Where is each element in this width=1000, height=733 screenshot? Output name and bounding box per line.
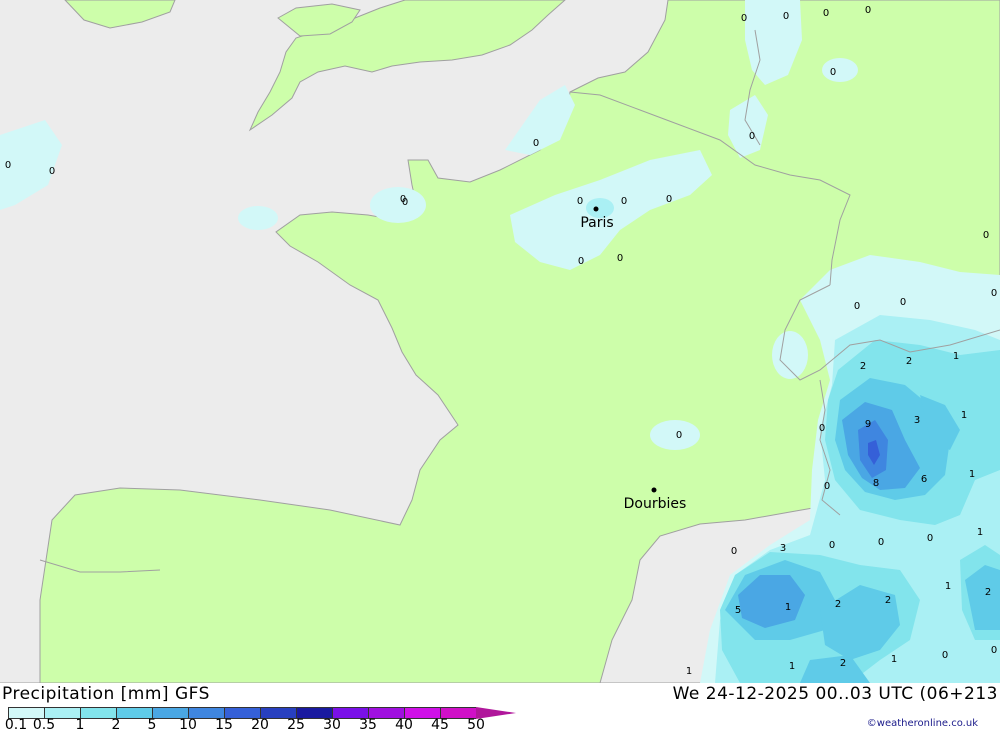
legend-tick: 35 <box>359 717 377 733</box>
grid-value: 0 <box>830 67 836 78</box>
city-marker-icon <box>651 487 657 493</box>
grid-value: 0 <box>900 297 906 308</box>
legend-tick: 20 <box>251 717 269 733</box>
grid-value: 5 <box>735 605 741 616</box>
legend-title: Precipitation [mm] GFS <box>2 684 210 704</box>
grid-value: 0 <box>741 13 747 24</box>
legend-tick: 50 <box>467 717 485 733</box>
legend-datetime: We 24-12-2025 00..03 UTC (06+213 <box>672 684 998 704</box>
grid-value: 0 <box>731 546 737 557</box>
grid-value: 8 <box>873 478 879 489</box>
grid-value: 0 <box>991 288 997 299</box>
grid-value: 1 <box>789 661 795 672</box>
grid-value: 3 <box>914 415 920 426</box>
grid-value: 1 <box>891 654 897 665</box>
grid-value: 0 <box>865 5 871 16</box>
legend-tick: 30 <box>323 717 341 733</box>
grid-value: 0 <box>749 131 755 142</box>
legend-tick: 40 <box>395 717 413 733</box>
grid-value: 1 <box>961 410 967 421</box>
grid-value: 0 <box>991 645 997 656</box>
city-label: Paris <box>580 215 613 231</box>
grid-value: 0 <box>533 138 539 149</box>
grid-value: 2 <box>835 599 841 610</box>
grid-value: 0 <box>49 166 55 177</box>
legend-tick: 15 <box>215 717 233 733</box>
grid-value: 2 <box>840 658 846 669</box>
grid-value: 1 <box>953 351 959 362</box>
grid-value: 9 <box>865 419 871 430</box>
legend-tick: 25 <box>287 717 305 733</box>
grid-value: 1 <box>785 602 791 613</box>
grid-value: 0 <box>854 301 860 312</box>
grid-value: 0 <box>878 537 884 548</box>
legend-tick-labels: 0.1 0.5 1 2 5 10 15 20 25 30 35 40 45 50 <box>0 717 560 733</box>
city-label: Dourbies <box>624 496 687 512</box>
legend-tick: 0.1 <box>4 717 28 733</box>
grid-value: 0 <box>402 197 408 208</box>
precipitation-map[interactable]: 0 0 0 0 0 0 0 0 0 0 0 0 0 0 0 0 0 0 0 0 … <box>0 0 1000 683</box>
grid-value: 0 <box>983 230 989 241</box>
grid-value: 2 <box>985 587 991 598</box>
grid-value: 2 <box>860 361 866 372</box>
grid-value: 6 <box>921 474 927 485</box>
grid-value: 2 <box>906 356 912 367</box>
grid-value: 0 <box>5 160 11 171</box>
grid-value: 0 <box>927 533 933 544</box>
grid-value: 0 <box>621 196 627 207</box>
credit-link[interactable]: ©weatheronline.co.uk <box>867 718 978 729</box>
grid-value: 0 <box>823 8 829 19</box>
grid-value: 1 <box>977 527 983 538</box>
legend-bar: Precipitation [mm] GFS We 24-12-2025 00.… <box>0 683 1000 733</box>
grid-value: 1 <box>969 469 975 480</box>
city-marker-icon <box>593 206 599 212</box>
grid-value: 0 <box>676 430 682 441</box>
grid-value: 0 <box>942 650 948 661</box>
legend-tick: 5 <box>147 717 157 733</box>
grid-value: 1 <box>945 581 951 592</box>
legend-tick: 0.5 <box>32 717 56 733</box>
grid-value: 2 <box>885 595 891 606</box>
grid-value: 0 <box>617 253 623 264</box>
grid-value: 0 <box>577 196 583 207</box>
legend-tick: 2 <box>111 717 121 733</box>
legend-tick: 45 <box>431 717 449 733</box>
grid-value: 0 <box>783 11 789 22</box>
grid-value: 0 <box>666 194 672 205</box>
grid-value: 0 <box>819 423 825 434</box>
grid-value: 3 <box>780 543 786 554</box>
grid-value: 1 <box>686 666 692 677</box>
legend-tick: 1 <box>75 717 85 733</box>
grid-value: 0 <box>829 540 835 551</box>
grid-value: 0 <box>578 256 584 267</box>
grid-value: 0 <box>824 481 830 492</box>
legend-tick: 10 <box>179 717 197 733</box>
